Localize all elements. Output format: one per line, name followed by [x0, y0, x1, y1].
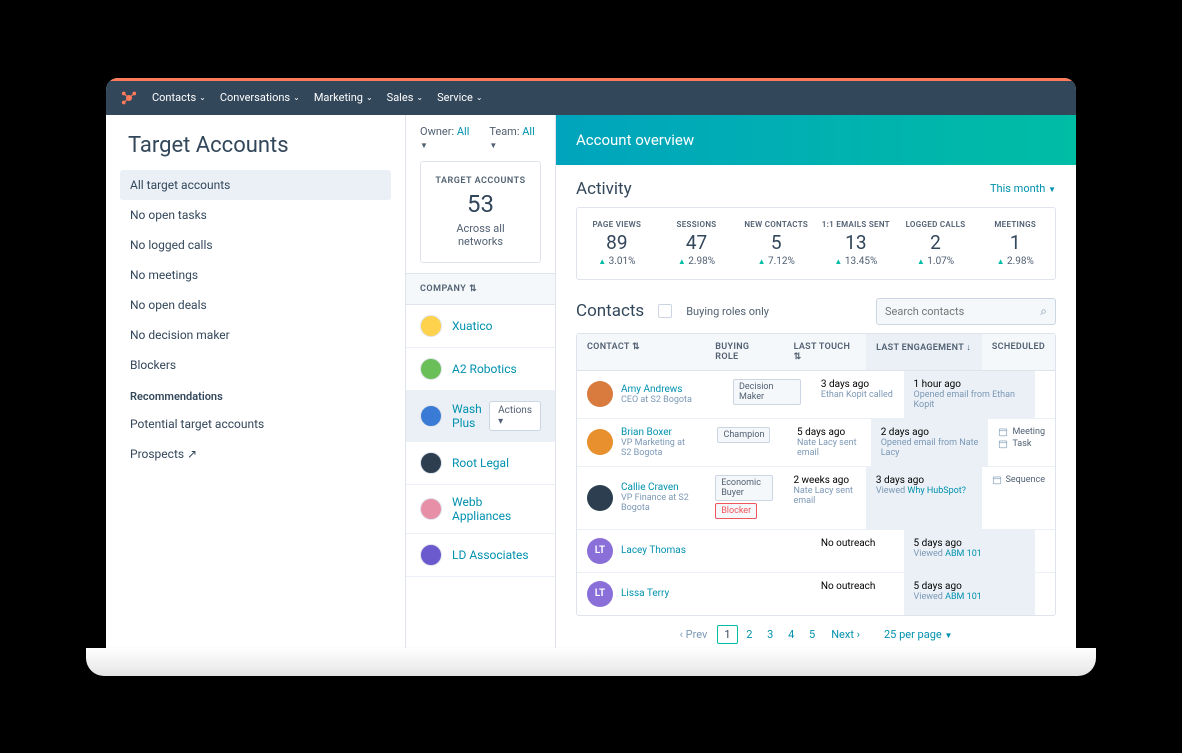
avatar: LT	[587, 538, 613, 564]
table-row[interactable]: Amy AndrewsCEO at S2 Bogota Decision Mak…	[577, 371, 1055, 419]
buying-roles-checkbox[interactable]	[658, 304, 672, 318]
table-row[interactable]: LTLacey Thomas No outreach 5 days agoVie…	[577, 530, 1055, 573]
company-icon	[420, 544, 442, 566]
role-tag: Economic Buyer	[715, 475, 773, 501]
actions-button[interactable]: Actions ▾	[489, 401, 541, 431]
contact-name[interactable]: Amy Andrews	[621, 384, 692, 395]
company-icon	[420, 498, 442, 520]
th-touch[interactable]: LAST TOUCH ⇅	[784, 334, 866, 370]
sidebar-item[interactable]: No decision maker	[120, 320, 391, 350]
activity-title: Activity	[576, 179, 632, 199]
external-link-icon: ↗	[187, 447, 197, 461]
avatar	[587, 381, 613, 407]
pager-prev[interactable]: ‹ Prev	[680, 628, 708, 641]
role-tag: Decision Maker	[733, 379, 801, 405]
sidebar-rec-item[interactable]: Prospects ↗	[120, 439, 391, 469]
pagination: ‹ Prev 1 2 3 4 5 Next › 25 per page ▼	[576, 616, 1056, 648]
calendar-icon	[992, 475, 1002, 485]
target-accounts-card: TARGET ACCOUNTS 53 Across all networks	[420, 161, 541, 263]
page-number[interactable]: 3	[761, 626, 779, 643]
company-row[interactable]: Root Legal	[406, 442, 555, 485]
contacts-search[interactable]: ⌕	[876, 298, 1056, 325]
sidebar-item[interactable]: No logged calls	[120, 230, 391, 260]
company-column-header[interactable]: COMPANY ⇅	[406, 273, 555, 305]
sidebar-item[interactable]: No meetings	[120, 260, 391, 290]
scheduled-item: Sequence	[992, 475, 1045, 485]
company-row[interactable]: LD Associates	[406, 534, 555, 577]
page-number[interactable]: 5	[803, 626, 821, 643]
pager-next[interactable]: Next ›	[831, 628, 860, 641]
sidebar-recommendations-header: Recommendations	[120, 380, 391, 409]
avatar	[587, 429, 613, 455]
sidebar-item[interactable]: No open deals	[120, 290, 391, 320]
company-row[interactable]: A2 Robotics	[406, 348, 555, 391]
table-row[interactable]: LTLissa Terry No outreach 5 days agoView…	[577, 573, 1055, 615]
nav-service[interactable]: Service ⌄	[437, 91, 483, 104]
sidebar-rec-item[interactable]: Potential target accounts	[120, 409, 391, 439]
company-icon	[420, 315, 442, 337]
nav-contacts[interactable]: Contacts ⌄	[152, 91, 206, 104]
hubspot-logo-icon	[120, 89, 138, 107]
nav-marketing[interactable]: Marketing ⌄	[314, 91, 373, 104]
th-scheduled[interactable]: SCHEDULED	[982, 334, 1055, 370]
top-nav: Contacts ⌄ Conversations ⌄ Marketing ⌄ Sale…	[106, 81, 1076, 115]
owner-filter[interactable]: Owner: All ▼	[420, 125, 475, 151]
overview-header: Account overview	[556, 115, 1076, 165]
company-row[interactable]: Wash PlusActions ▾	[406, 391, 555, 442]
contacts-title: Contacts	[576, 301, 644, 321]
contact-name[interactable]: Callie Craven	[621, 482, 695, 493]
company-icon	[420, 452, 442, 474]
sidebar-item[interactable]: All target accounts	[120, 170, 391, 200]
company-row[interactable]: Xuatico	[406, 305, 555, 348]
team-filter[interactable]: Team: All ▼	[489, 125, 541, 151]
contact-name[interactable]: Lacey Thomas	[621, 545, 686, 556]
page-number[interactable]: 2	[740, 626, 758, 643]
calendar-icon	[998, 427, 1008, 437]
per-page-dropdown[interactable]: 25 per page ▼	[884, 628, 952, 641]
search-icon: ⌕	[1040, 304, 1047, 319]
contact-name[interactable]: Lissa Terry	[621, 588, 669, 599]
buying-roles-label: Buying roles only	[686, 305, 769, 318]
activity-period-dropdown[interactable]: This month ▼	[990, 182, 1056, 195]
th-contact[interactable]: CONTACT ⇅	[577, 334, 705, 370]
sidebar-item[interactable]: Blockers	[120, 350, 391, 380]
page-number[interactable]: 1	[717, 625, 737, 644]
table-row[interactable]: Brian BoxerVP Marketing at S2 Bogota Cha…	[577, 419, 1055, 467]
contacts-table: CONTACT ⇅ BUYING ROLE LAST TOUCH ⇅ LAST …	[576, 333, 1056, 616]
calendar-icon	[998, 439, 1008, 449]
table-row[interactable]: Callie CravenVP Finance at S2 Bogota Eco…	[577, 467, 1055, 530]
sidebar-item[interactable]: No open tasks	[120, 200, 391, 230]
page-number[interactable]: 4	[782, 626, 800, 643]
role-tag: Blocker	[715, 503, 757, 519]
nav-conversations[interactable]: Conversations ⌄	[220, 91, 300, 104]
role-tag: Champion	[717, 427, 770, 443]
nav-sales[interactable]: Sales ⌄	[387, 91, 423, 104]
sidebar-filters: All target accountsNo open tasksNo logge…	[106, 170, 405, 469]
scheduled-item: Meeting	[998, 427, 1045, 437]
th-role[interactable]: BUYING ROLE	[705, 334, 783, 370]
company-icon	[420, 405, 442, 427]
search-input[interactable]	[885, 305, 1040, 318]
page-title: Target Accounts	[106, 115, 405, 170]
avatar	[587, 485, 613, 511]
contact-name[interactable]: Brian Boxer	[621, 427, 697, 438]
company-row[interactable]: Webb Appliances	[406, 485, 555, 534]
laptop-base	[86, 648, 1096, 676]
activity-kpis: PAGE VIEWS89▲ 3.01%SESSIONS47▲ 2.98%NEW …	[576, 207, 1056, 280]
scheduled-item: Task	[998, 439, 1045, 449]
th-engagement[interactable]: LAST ENGAGEMENT ↓	[866, 334, 982, 370]
company-icon	[420, 358, 442, 380]
avatar: LT	[587, 581, 613, 607]
